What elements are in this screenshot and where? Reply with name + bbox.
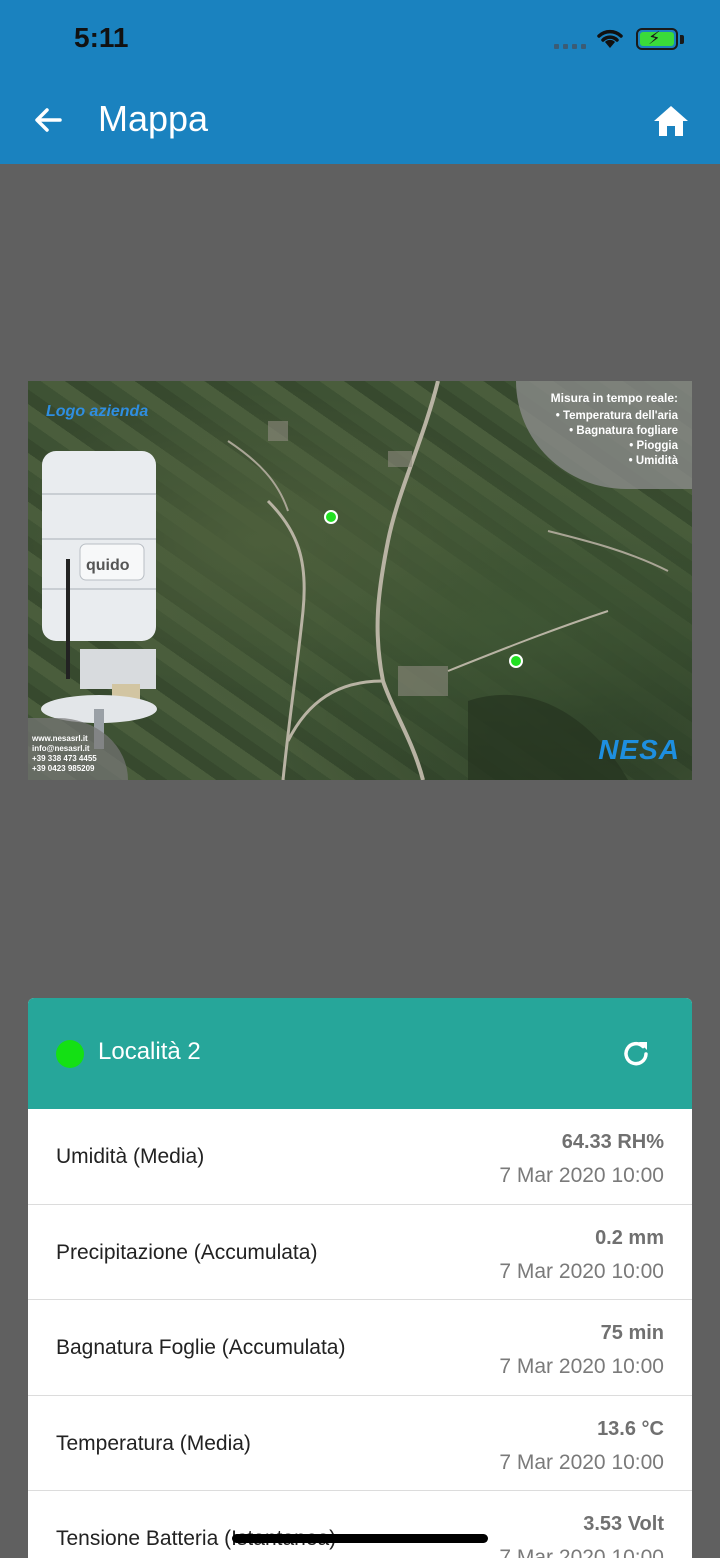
map-marker-station-2[interactable]: [509, 654, 523, 668]
measurement-row: Temperatura (Media) 13.6 °C 7 Mar 2020 1…: [28, 1396, 692, 1491]
measurement-label: Umidità (Media): [56, 1145, 205, 1168]
measurement-label: Precipitazione (Accumulata): [56, 1240, 318, 1264]
station-name: Località 2: [98, 1038, 201, 1065]
map-info-item: • Pioggia: [629, 440, 678, 452]
measurement-row: Tensione Batteria (Istantanea) 3.53 Volt…: [28, 1491, 692, 1558]
measurement-value: 3.53 Volt: [583, 1513, 664, 1535]
measurement-value: 64.33 RH%: [561, 1131, 664, 1153]
wifi-icon: [597, 29, 623, 48]
station-status-indicator: [56, 1040, 84, 1068]
refresh-icon[interactable]: [618, 1036, 654, 1072]
measurement-value: 13.6 °C: [597, 1417, 664, 1440]
battery-icon: ⚡: [636, 28, 678, 50]
measurement-date: 7 Mar 2020 10:00: [499, 1355, 664, 1378]
measurement-date: 7 Mar 2020 10:00: [499, 1546, 664, 1558]
device-brand-label: quido: [86, 557, 130, 574]
contact-line: +39 0423 985209: [32, 764, 95, 773]
cellular-signal-icon: [554, 44, 586, 49]
status-bar: 5:11 ⚡: [0, 0, 720, 80]
station-card: Località 2 Umidità (Media) 64.33 RH% 7 M…: [28, 998, 692, 1558]
measurement-row: Precipitazione (Accumulata) 0.2 mm 7 Mar…: [28, 1205, 692, 1300]
home-icon[interactable]: [650, 100, 692, 142]
contact-line: www.nesasrl.it: [32, 734, 88, 743]
map-image[interactable]: Logo azienda quido Misura in tempo reale…: [28, 381, 692, 780]
company-logo: Logo azienda: [46, 403, 149, 420]
map-info-item: • Umidità: [628, 455, 678, 467]
measurement-date: 7 Mar 2020 10:00: [499, 1164, 664, 1187]
measurement-label: Bagnatura Foglie (Accumulata): [56, 1336, 346, 1359]
home-indicator[interactable]: [232, 1534, 488, 1543]
measurement-row: Bagnatura Foglie (Accumulata) 75 min 7 M…: [28, 1300, 692, 1396]
map-info-heading: Misura in tempo reale:: [550, 391, 678, 405]
measurement-date: 7 Mar 2020 10:00: [499, 1259, 664, 1283]
map-info-item: • Temperatura dell'aria: [555, 410, 678, 422]
contact-line: info@nesasrl.it: [32, 744, 90, 753]
station-card-header: Località 2: [28, 998, 692, 1109]
back-arrow-icon[interactable]: [28, 100, 68, 140]
contact-line: +39 338 473 4455: [32, 754, 97, 763]
weather-station-device: quido: [41, 451, 157, 749]
measurement-date: 7 Mar 2020 10:00: [499, 1450, 664, 1474]
page-title: Mappa: [98, 98, 209, 139]
status-time: 5:11: [74, 22, 129, 53]
app-bar: Mappa: [0, 80, 720, 164]
map-info-item: • Bagnatura fogliare: [569, 425, 678, 437]
map-marker-station-1[interactable]: [324, 510, 338, 524]
brand-logo: NESA: [598, 734, 680, 765]
measurement-value: 75 min: [600, 1322, 664, 1344]
measurement-row: Umidità (Media) 64.33 RH% 7 Mar 2020 10:…: [28, 1109, 692, 1205]
battery-tip: [680, 35, 684, 44]
measurement-value: 0.2 mm: [595, 1226, 664, 1249]
measurement-label: Temperatura (Media): [56, 1431, 251, 1455]
